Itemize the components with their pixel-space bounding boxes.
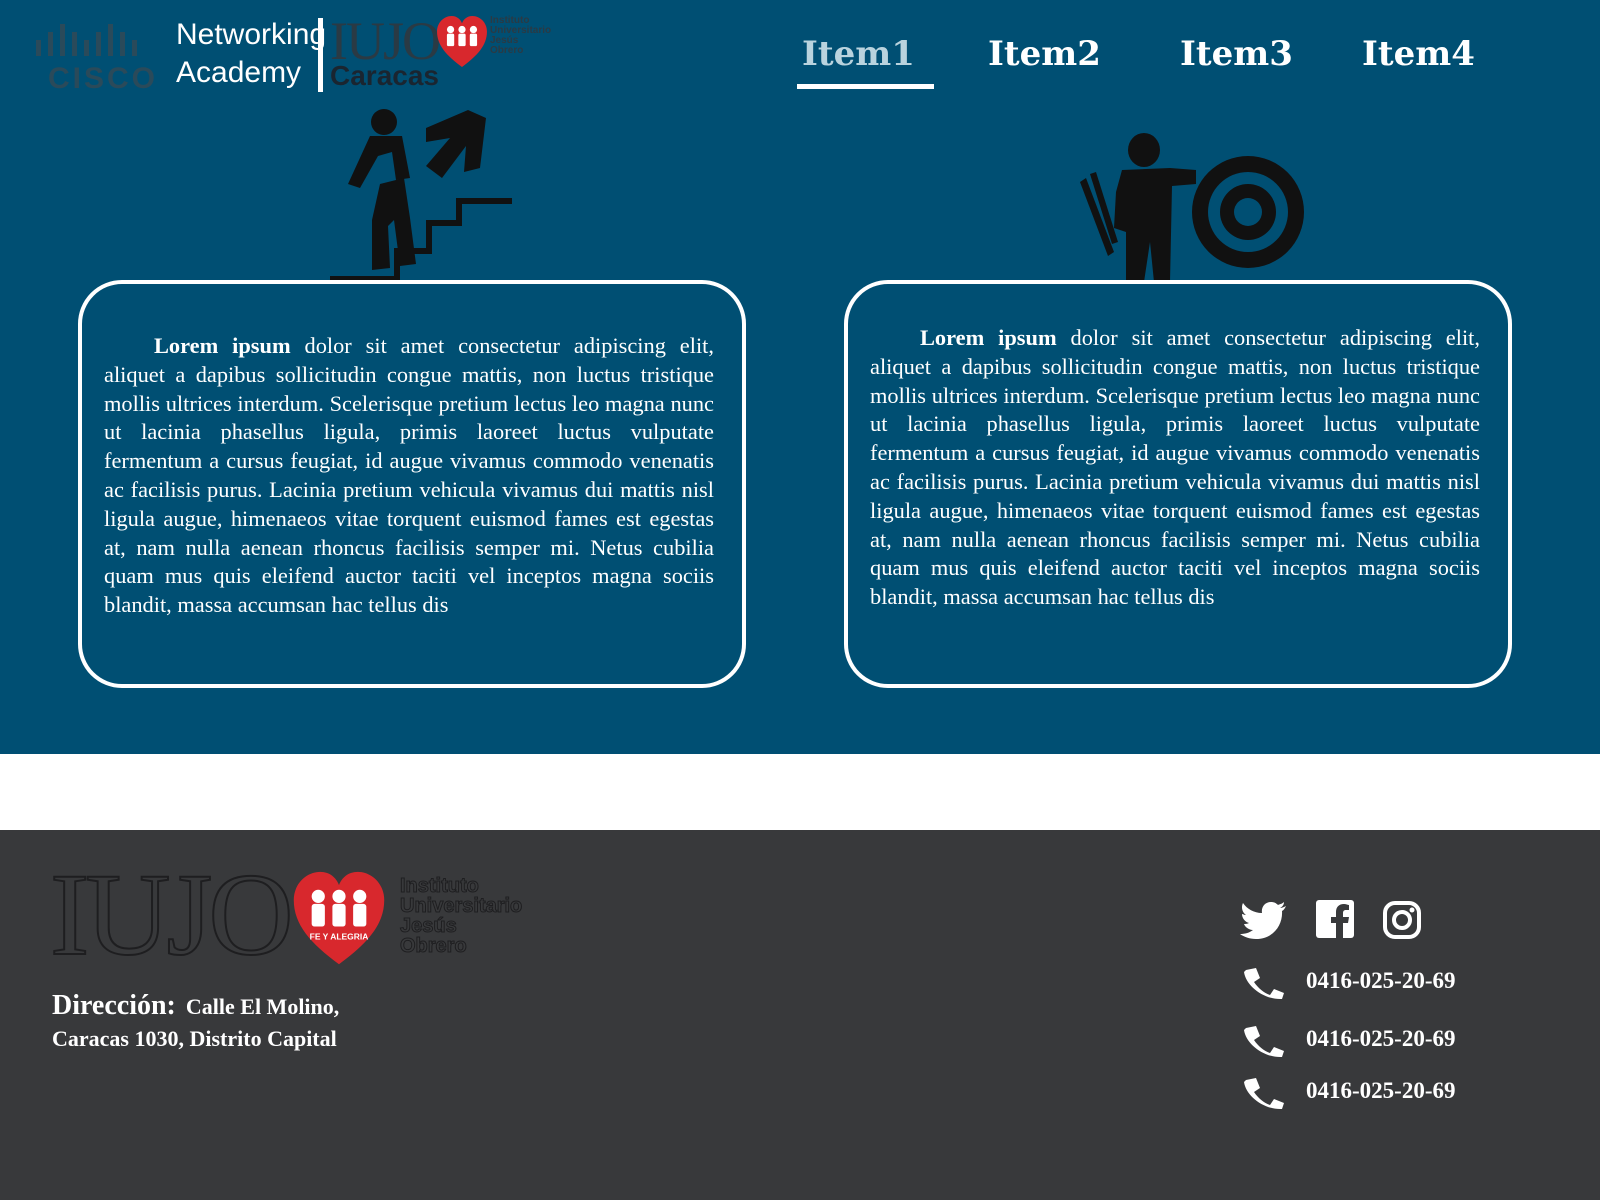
iujo-city: Caracas (330, 60, 439, 91)
footer-institute-name: Instituto Universitario Jesús Obrero (399, 875, 523, 957)
climbing-stairs-icon (330, 109, 512, 282)
info-card-left: Lorem ipsum dolor sit amet consectetur a… (78, 280, 746, 688)
phone-icon (1244, 968, 1284, 1000)
footer-iujo-wordmark: IUJO (49, 849, 295, 980)
logo-divider (318, 18, 323, 92)
nav-item-3[interactable]: Item3 (1180, 34, 1293, 74)
card-body-left: dolor sit amet consectetur adipiscing el… (104, 333, 714, 618)
nav-item-1[interactable]: Item1 (802, 34, 915, 74)
iujo-institute-name: Instituto Universitario Jesús Obrero (490, 15, 552, 56)
twitter-icon[interactable] (1240, 900, 1288, 942)
instagram-icon[interactable] (1382, 900, 1422, 940)
phone-number-2: 0416-025-20-69 (1306, 1026, 1456, 1051)
footer: IUJO FE Y ALEGRIA Instituto Universitari… (0, 830, 1600, 1200)
phone-icon (1244, 1078, 1284, 1110)
card-text-right: Lorem ipsum dolor sit amet consectetur a… (870, 324, 1480, 612)
phone-number-1: 0416-025-20-69 (1306, 968, 1456, 993)
academy-line-1: Networking (176, 18, 327, 51)
facebook-icon[interactable] (1316, 900, 1354, 938)
footer-address: Dirección: Calle El Molino, Caracas 1030,… (52, 990, 339, 1052)
footer-heart-text: FE Y ALEGRIA (310, 932, 369, 942)
cisco-wordmark: CISCO (48, 62, 159, 95)
hero-section: CISCO Networking Academy IUJO Caracas In… (0, 0, 1600, 754)
address-line-1: Calle El Molino, (185, 994, 340, 1019)
footer-iujo-logo[interactable]: IUJO FE Y ALEGRIA Instituto Universitari… (49, 855, 523, 980)
card-text-left: Lorem ipsum dolor sit amet consectetur a… (104, 332, 714, 620)
cisco-bars-icon (36, 24, 137, 56)
address-label: Dirección: (52, 990, 176, 1021)
card-lead-left: Lorem ipsum (154, 333, 291, 358)
info-card-right: Lorem ipsum dolor sit amet consectetur a… (844, 280, 1512, 688)
nav-item-4[interactable]: Item4 (1362, 34, 1475, 74)
cisco-logo[interactable]: CISCO Networking Academy (34, 12, 326, 96)
card-body-right: dolor sit amet consectetur adipiscing el… (870, 325, 1480, 610)
academy-line-2: Academy (176, 56, 302, 89)
nav-active-indicator (797, 84, 934, 89)
nav-item-2[interactable]: Item2 (988, 34, 1101, 74)
archer-target-icon (1080, 133, 1304, 282)
phone-icon (1244, 1026, 1284, 1058)
footer-fe-y-alegria-heart-icon: FE Y ALEGRIA (293, 871, 385, 965)
fe-y-alegria-heart-icon (437, 16, 487, 67)
phone-number-3: 0416-025-20-69 (1306, 1078, 1456, 1103)
iujo-caracas-logo[interactable]: IUJO Caracas Instituto Universitario Jes… (330, 10, 552, 94)
address-line-2: Caracas 1030, Distrito Capital (52, 1026, 337, 1051)
card-lead-right: Lorem ipsum (920, 325, 1057, 350)
